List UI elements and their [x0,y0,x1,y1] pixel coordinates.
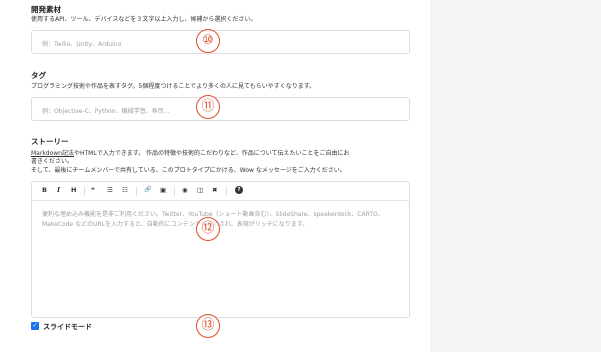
unordered-list-icon[interactable]: ☰ [107,186,113,194]
heading-button[interactable]: H [71,186,76,194]
annotation-marker-10: ⑩ [196,29,220,53]
materials-description: 使用するAPI、ツール、デバイスなどを３文字以上入力し、候補から選択ください。 [31,16,257,23]
markdown-link[interactable]: Markdown記法 [31,150,74,157]
image-icon[interactable]: ▣ [160,186,166,194]
toolbar-separator [226,187,227,196]
story-editor[interactable]: B I H ❝ ☰ ☷ 🔗 ▣ ◉ ◫ ✖ ? 便利な埋め込み機能を是非ご利用く… [31,181,410,318]
side-by-side-icon[interactable]: ◫ [197,186,203,194]
editor-placeholder: 便利な埋め込み機能を是非ご利用ください。Twitter、YouTube（ショート… [42,211,384,228]
quote-icon[interactable]: ❝ [91,186,95,194]
materials-input[interactable]: 例：Twilio、Unity、Arduino [31,30,410,54]
italic-button[interactable]: I [57,186,60,194]
ordered-list-icon[interactable]: ☷ [122,186,128,194]
annotation-marker-12: ⑫ [196,217,220,241]
fullscreen-icon[interactable]: ✖ [212,186,217,194]
editor-toolbar: B I H ❝ ☰ ☷ 🔗 ▣ ◉ ◫ ✖ ? [32,182,409,201]
story-description-line3: そして、最後にチームメンバーで共有している、このプロトタイプにかける、Wow な… [31,167,346,174]
tags-description: プログラミング技術や作品を表すタグ。5個程度つけることでより多くの人に見てもらい… [31,83,316,90]
link-icon[interactable]: 🔗 [144,186,151,193]
toolbar-separator [84,187,85,196]
right-panel [430,0,601,352]
tags-input[interactable]: 例：Objective-C、Python、機械学習、寿司... [31,97,410,121]
toolbar-separator [174,187,175,196]
story-description-rest: やHTMLで入力できます。 作品の特徴や技術的こだわりなど、作品について伝えたい… [74,150,350,157]
form-card: 開発素材 使用するAPI、ツール、デバイスなどを３文字以上入力し、候補から選択く… [0,0,430,352]
guide-icon[interactable]: ? [235,186,243,194]
annotation-marker-11: ⑪ [196,95,220,119]
slide-mode-label: スライドモード [43,323,92,331]
materials-placeholder: 例：Twilio、Unity、Arduino [42,41,122,48]
materials-label: 開発素材 [31,5,61,14]
slide-mode-checkbox[interactable]: ✓ [31,322,39,330]
story-description-line1: Markdown記法やHTMLで入力できます。 作品の特徴や技術的こだわりなど、… [31,150,350,158]
tags-label: タグ [31,71,46,80]
preview-icon[interactable]: ◉ [182,186,188,194]
story-description-line2: 書きください。 [31,158,74,165]
toolbar-separator [136,187,137,196]
tags-placeholder: 例：Objective-C、Python、機械学習、寿司... [42,108,170,115]
story-label: ストーリー [31,137,69,146]
bold-button[interactable]: B [42,186,47,194]
annotation-marker-13: ⑬ [196,314,220,338]
